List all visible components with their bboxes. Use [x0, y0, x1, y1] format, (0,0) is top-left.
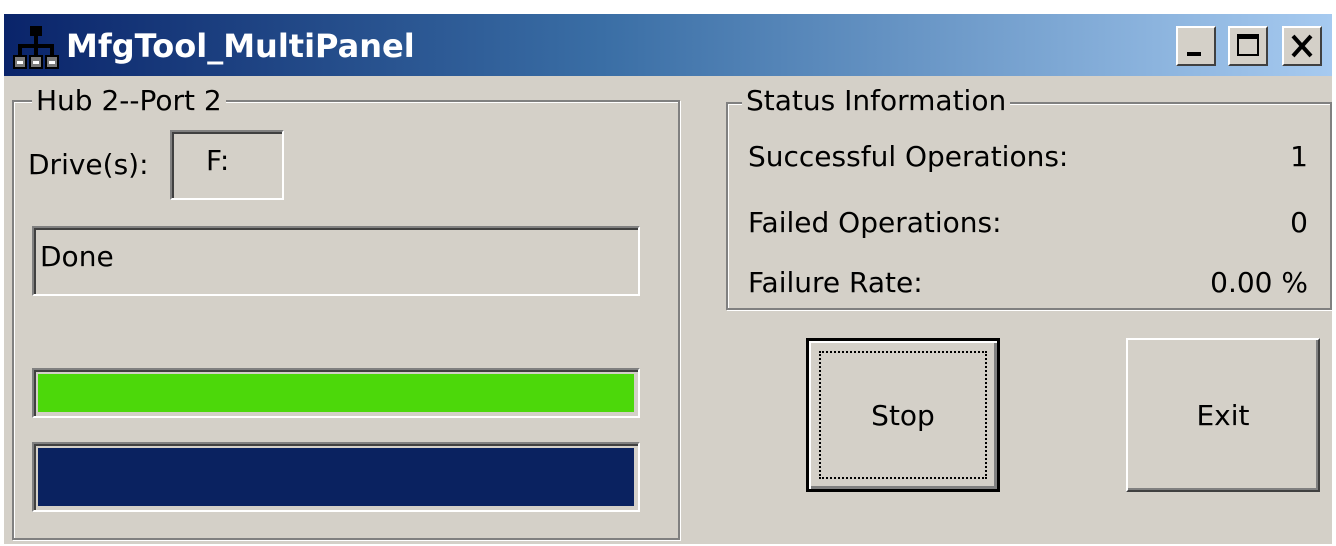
status-information-legend: Status Information: [742, 84, 1011, 117]
minimize-icon: [1187, 52, 1201, 56]
maximize-icon: [1237, 34, 1259, 56]
maximize-button[interactable]: [1228, 26, 1268, 66]
exit-button[interactable]: Exit: [1126, 338, 1320, 492]
overall-progress-bar: [32, 442, 640, 512]
successful-operations-label: Successful Operations:: [748, 140, 1069, 173]
status-text-field: Done: [32, 226, 640, 296]
close-button[interactable]: [1282, 26, 1322, 66]
operation-progress-bar: [32, 368, 640, 418]
failure-rate-label: Failure Rate:: [748, 266, 923, 299]
successful-operations-value: 1: [1290, 140, 1308, 173]
focus-rectangle: [819, 351, 987, 479]
failure-rate-value: 0.00 %: [1210, 266, 1308, 299]
drive-field: F:: [170, 130, 284, 200]
title-bar[interactable]: MfgTool_MultiPanel: [4, 14, 1332, 76]
drive-label: Drive(s):: [28, 148, 149, 181]
exit-button-label: Exit: [1196, 398, 1250, 432]
status-text: Done: [40, 240, 114, 273]
stop-button[interactable]: Stop: [806, 338, 1000, 492]
failed-operations-label: Failed Operations:: [748, 206, 1002, 239]
usb-hub-icon: [13, 26, 59, 69]
drive-value: F:: [206, 144, 230, 177]
hub-port-legend: Hub 2--Port 2: [32, 84, 226, 117]
minimize-button[interactable]: [1176, 26, 1216, 66]
close-icon: [1291, 34, 1313, 58]
window-title: MfgTool_MultiPanel: [66, 27, 415, 65]
overall-progress-fill: [38, 448, 634, 506]
operation-progress-fill: [38, 374, 634, 412]
failed-operations-value: 0: [1290, 206, 1308, 239]
